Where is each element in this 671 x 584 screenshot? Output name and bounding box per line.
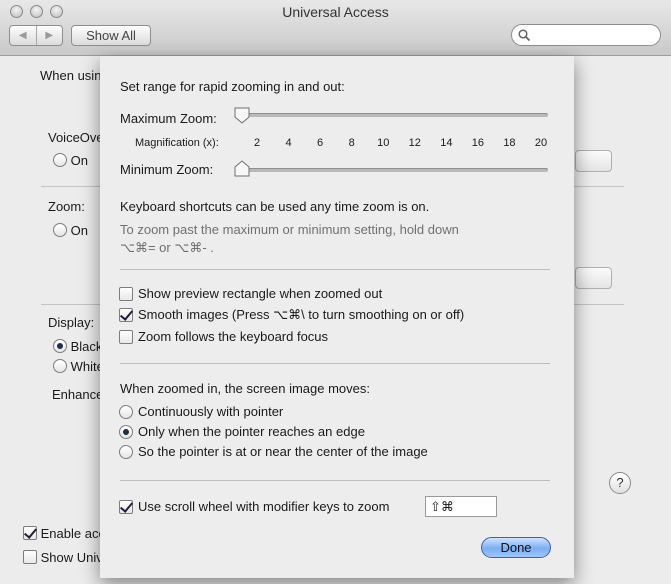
magnification-tick-label: 2 <box>253 137 261 149</box>
zoom-follows-focus-label: Zoom follows the keyboard focus <box>138 329 329 344</box>
checkbox-icon <box>119 286 133 301</box>
maximum-zoom-slider[interactable] <box>235 113 548 117</box>
window-title: Universal Access <box>282 4 389 20</box>
checkbox-icon <box>23 550 37 564</box>
divider <box>120 363 550 364</box>
radio-icon <box>119 444 133 459</box>
move-continuously-radio[interactable]: Continuously with pointer <box>119 404 283 419</box>
move-at-edge-radio[interactable]: Only when the pointer reaches an edge <box>119 424 365 439</box>
smooth-images-checkbox[interactable]: Smooth images (Press ⌥⌘\ to turn smoothi… <box>119 307 464 323</box>
zoom-options-button[interactable] <box>575 267 612 289</box>
show-preview-checkbox[interactable]: Show preview rectangle when zoomed out <box>119 286 382 301</box>
search-icon <box>518 29 531 42</box>
done-button[interactable]: Done <box>481 537 551 558</box>
radio-icon <box>53 359 67 373</box>
checkbox-icon <box>119 499 133 514</box>
zoom-label: Zoom: <box>48 199 85 214</box>
radio-icon <box>119 424 133 439</box>
magnification-tick-label: 10 <box>377 137 390 149</box>
magnification-tick-label: 14 <box>440 137 453 149</box>
maximum-zoom-slider-thumb[interactable] <box>234 107 250 124</box>
show-preview-label: Show preview rectangle when zoomed out <box>138 286 383 301</box>
move-option-label: So the pointer is at or near the center … <box>138 444 428 459</box>
magnification-tick-label: 6 <box>317 137 324 149</box>
divider <box>41 304 101 305</box>
maximum-zoom-label: Maximum Zoom: <box>120 111 217 126</box>
divider <box>41 186 101 187</box>
checkbox-icon <box>119 329 133 344</box>
range-heading: Set range for rapid zooming in and out: <box>120 79 345 94</box>
magnification-tick-label: 12 <box>408 137 421 149</box>
magnification-label: Magnification (x): <box>135 137 219 149</box>
divider <box>574 186 624 187</box>
move-option-label: Continuously with pointer <box>138 404 284 419</box>
move-option-label: Only when the pointer reaches an edge <box>138 424 365 439</box>
zoom-options-sheet: Set range for rapid zooming in and out: … <box>100 56 574 578</box>
past-limit-note: To zoom past the maximum or minimum sett… <box>120 222 459 237</box>
radio-icon <box>53 339 67 353</box>
shortcuts-note: Keyboard shortcuts can be used any time … <box>120 199 430 214</box>
magnification-tick-label: 20 <box>534 137 548 149</box>
forward-arrow-icon[interactable]: ▶ <box>35 26 63 45</box>
open-voiceover-utility-button[interactable] <box>575 150 612 172</box>
divider <box>120 480 550 481</box>
magnification-tick-label: 16 <box>471 137 484 149</box>
history-nav: ◀ ▶ <box>9 25 63 46</box>
divider <box>574 304 624 305</box>
help-button[interactable]: ? <box>609 472 631 494</box>
checkbox-icon <box>23 526 37 540</box>
radio-icon <box>53 153 67 167</box>
minimum-zoom-slider-thumb[interactable] <box>234 160 250 177</box>
minimum-zoom-label: Minimum Zoom: <box>120 162 214 177</box>
magnification-tick-label: 8 <box>348 137 355 149</box>
checkbox-icon <box>119 308 133 322</box>
divider <box>120 269 550 270</box>
show-all-button[interactable]: Show All <box>71 25 151 46</box>
modifier-keys-field[interactable]: ⇧⌘ <box>425 496 497 517</box>
move-centered-radio[interactable]: So the pointer is at or near the center … <box>119 444 428 459</box>
back-arrow-icon[interactable]: ◀ <box>10 26 36 45</box>
search-field[interactable] <box>511 24 661 46</box>
screen-moves-heading: When zoomed in, the screen image moves: <box>120 381 371 396</box>
minimum-zoom-slider[interactable] <box>235 168 548 172</box>
zoom-on-radio[interactable]: On <box>53 223 88 238</box>
past-limit-shortcut: ⌥⌘= or ⌥⌘- . <box>120 240 214 255</box>
zoom-follows-focus-checkbox[interactable]: Zoom follows the keyboard focus <box>119 329 328 344</box>
smooth-images-label: Smooth images (Press ⌥⌘\ to turn smoothi… <box>138 307 465 322</box>
radio-icon <box>119 404 133 419</box>
display-label: Display: <box>48 315 95 330</box>
window-titlebar: Universal Access ◀ ▶ Show All <box>0 0 671 56</box>
magnification-tick-label: 4 <box>285 137 292 149</box>
magnification-tick-label: 18 <box>503 137 516 149</box>
scroll-wheel-label: Use scroll wheel with modifier keys to z… <box>138 499 390 514</box>
radio-icon <box>53 223 67 237</box>
scroll-wheel-checkbox[interactable]: Use scroll wheel with modifier keys to z… <box>119 499 389 514</box>
voiceover-on-radio[interactable]: On <box>53 153 88 168</box>
